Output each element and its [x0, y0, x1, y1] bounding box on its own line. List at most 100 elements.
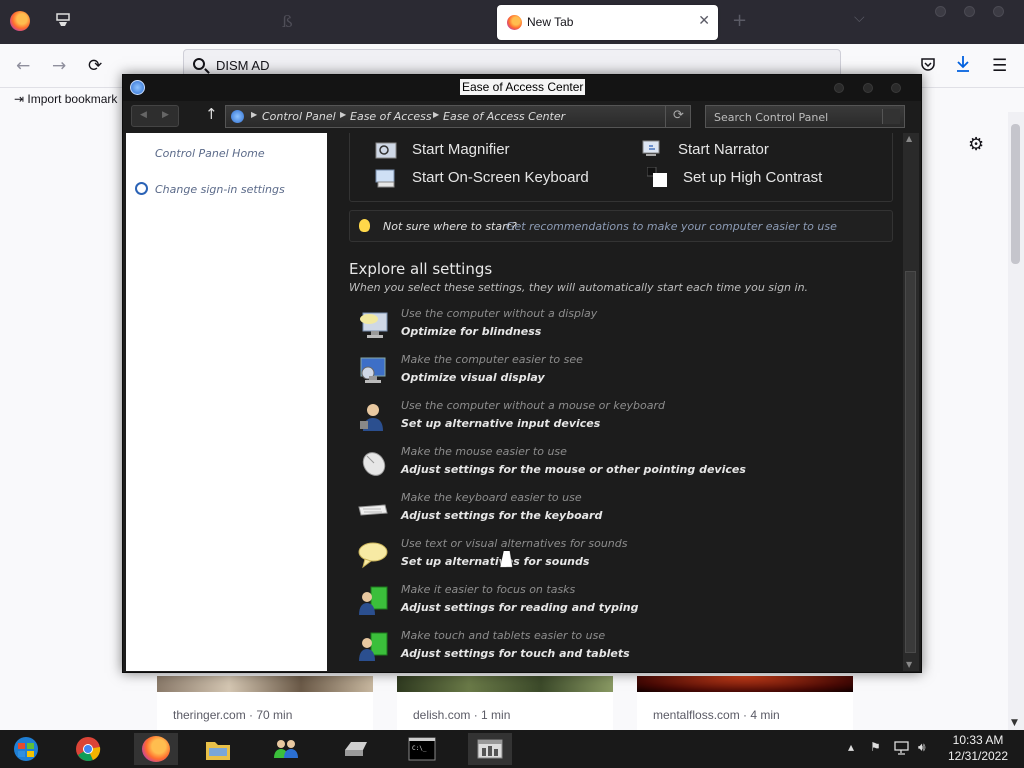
focus-icon	[359, 586, 388, 615]
window-title: Ease of Access Center	[460, 79, 586, 95]
breadcrumb-separator-icon[interactable]: ▶	[251, 110, 257, 119]
start-on-screen-keyboard-link[interactable]: Start On-Screen Keyboard	[412, 169, 589, 186]
settings-row[interactable]: Use the computer without a display Optim…	[357, 307, 897, 347]
taskbar-firefox[interactable]	[134, 733, 178, 765]
control-panel-home-link[interactable]: Control Panel Home	[155, 147, 265, 160]
scroll-down-arrow-icon[interactable]: ▼	[1011, 718, 1018, 728]
scroll-up-arrow-icon[interactable]: ▲	[906, 134, 912, 143]
extension-icon[interactable]	[54, 11, 72, 29]
setting-action-link[interactable]: Set up alternative input devices	[401, 417, 600, 430]
minimize-window-button[interactable]	[935, 6, 946, 17]
start-narrator-link[interactable]: Start Narrator	[678, 141, 769, 158]
setting-description: Use the computer without a display	[401, 307, 598, 320]
page-scroll-thumb[interactable]	[1011, 124, 1020, 264]
breadcrumb-control-panel[interactable]: Control Panel	[262, 110, 336, 123]
network-icon[interactable]	[894, 741, 909, 755]
pocket-icon[interactable]	[920, 56, 936, 72]
users-network-icon	[274, 740, 298, 758]
address-bar[interactable]: ▶ Control Panel ▶ Ease of Access ▶ Ease …	[225, 105, 691, 128]
back-arrow-icon[interactable]: ◀	[140, 110, 147, 120]
search-placeholder: Search Control Panel	[714, 111, 829, 124]
start-button[interactable]	[4, 733, 48, 765]
setting-action-link[interactable]: Optimize for blindness	[401, 325, 541, 338]
narrator-icon	[642, 140, 660, 156]
story-tile[interactable]: delish.com · 1 min	[397, 676, 613, 730]
settings-row[interactable]: Make the keyboard easier to use Adjust s…	[357, 491, 897, 531]
up-level-button[interactable]: ↑	[205, 105, 218, 123]
taskbar-command-prompt[interactable]: C:\_	[400, 733, 444, 765]
search-input[interactable]: Search Control Panel	[705, 105, 905, 128]
gear-icon[interactable]: ⚙	[968, 134, 984, 155]
setting-description: Make the computer easier to see	[401, 353, 583, 366]
forward-button[interactable]: →	[52, 56, 66, 76]
system-clock[interactable]: 10:33 AM 12/31/2022	[946, 732, 1010, 764]
control-panel-icon[interactable]	[130, 80, 145, 95]
clock-time: 10:33 AM	[952, 733, 1004, 747]
settings-row[interactable]: Make it easier to focus on tasks Adjust …	[357, 583, 897, 623]
scroll-thumb[interactable]	[905, 271, 916, 653]
recommendation-hint: Not sure where to start? Get recommendat…	[349, 210, 893, 242]
taskbar-network-app[interactable]	[264, 733, 308, 765]
list-all-tabs-button[interactable]: ⌵	[854, 10, 865, 26]
setting-action-link[interactable]: Set up alternatives for sounds	[401, 555, 589, 568]
setting-action-link[interactable]: Optimize visual display	[401, 371, 545, 384]
taskbar-chrome[interactable]	[66, 733, 110, 765]
setting-action-link[interactable]: Adjust settings for touch and tablets	[401, 647, 630, 660]
minimize-button[interactable]	[834, 83, 844, 93]
story-image	[637, 676, 853, 692]
taskbar-control-panel[interactable]	[468, 733, 512, 765]
firefox-icon	[142, 736, 170, 762]
app-menu-button[interactable]: ☰	[992, 56, 1007, 76]
breadcrumb-separator-icon[interactable]: ▶	[433, 110, 439, 119]
tab-new-tab[interactable]: New Tab ✕	[497, 5, 718, 40]
search-icon	[193, 58, 205, 70]
action-center-flag-icon[interactable]: ⚑	[870, 740, 881, 754]
page-scrollbar[interactable]: ▼	[1008, 112, 1024, 730]
get-recommendations-link[interactable]: Get recommendations to make your compute…	[506, 220, 837, 233]
breadcrumb-separator-icon[interactable]: ▶	[340, 110, 346, 119]
show-hidden-icons-button[interactable]: ▴	[848, 740, 854, 754]
setting-action-link[interactable]: Adjust settings for the mouse or other p…	[401, 463, 746, 476]
set-up-high-contrast-link[interactable]: Set up High Contrast	[683, 169, 822, 186]
maximize-window-button[interactable]	[964, 6, 975, 17]
search-icon[interactable]	[882, 109, 900, 124]
hint-question: Not sure where to start?	[383, 220, 517, 233]
setting-action-link[interactable]: Adjust settings for the keyboard	[401, 509, 602, 522]
story-tile[interactable]: theringer.com · 70 min	[157, 676, 373, 730]
content-scrollbar[interactable]: ▲ ▼	[903, 133, 919, 671]
import-bookmarks-button[interactable]: ⇥ Import bookmark	[14, 92, 117, 106]
terminal-icon: C:\_	[408, 737, 436, 761]
reload-button[interactable]: ⟳	[88, 56, 102, 76]
breadcrumb-ease-of-access[interactable]: Ease of Access	[350, 110, 432, 123]
settings-row[interactable]: Make touch and tablets easier to use Adj…	[357, 629, 897, 669]
new-tab-button[interactable]: +	[732, 10, 747, 31]
settings-row[interactable]: Use text or visual alternatives for soun…	[357, 537, 897, 577]
close-button[interactable]	[891, 83, 901, 93]
forward-arrow-icon[interactable]: ▶	[162, 110, 169, 120]
explorer-nav-bar: ◀ ▶ ↑ ▶ Control Panel ▶ Ease of Access ▶…	[129, 103, 915, 129]
refresh-button[interactable]: ⟳	[665, 105, 691, 128]
downloads-icon[interactable]	[955, 55, 971, 73]
taskbar: C:\_ ▴ ⚑ 🔊︎ 10:33 AM 12/31/2022	[0, 730, 1024, 768]
volume-icon[interactable]: 🔊︎	[918, 740, 926, 755]
settings-row[interactable]: Use the computer without a mouse or keyb…	[357, 399, 897, 439]
story-image	[157, 676, 373, 692]
setting-action-link[interactable]: Adjust settings for reading and typing	[401, 601, 638, 614]
maximize-button[interactable]	[863, 83, 873, 93]
keyboard-icon	[375, 169, 395, 188]
settings-row[interactable]: Make the computer easier to see Optimize…	[357, 353, 897, 393]
close-window-button[interactable]	[993, 6, 1004, 17]
close-tab-icon[interactable]: ✕	[698, 13, 710, 29]
taskbar-drive[interactable]	[334, 733, 378, 765]
back-button[interactable]: ←	[16, 56, 30, 76]
breadcrumb-ease-of-access-center[interactable]: Ease of Access Center	[443, 110, 565, 123]
taskbar-file-explorer[interactable]	[196, 733, 240, 765]
window-title-bar[interactable]: Ease of Access Center	[123, 75, 921, 101]
change-sign-in-settings-link[interactable]: Change sign-in settings	[155, 183, 285, 196]
scroll-down-arrow-icon[interactable]: ▼	[906, 660, 912, 669]
start-magnifier-link[interactable]: Start Magnifier	[412, 141, 510, 158]
story-tile[interactable]: mentalfloss.com · 4 min	[637, 676, 853, 730]
firefox-logo-icon[interactable]	[10, 11, 30, 31]
firefox-favicon-icon	[507, 15, 522, 30]
settings-row[interactable]: Make the mouse easier to use Adjust sett…	[357, 445, 897, 485]
